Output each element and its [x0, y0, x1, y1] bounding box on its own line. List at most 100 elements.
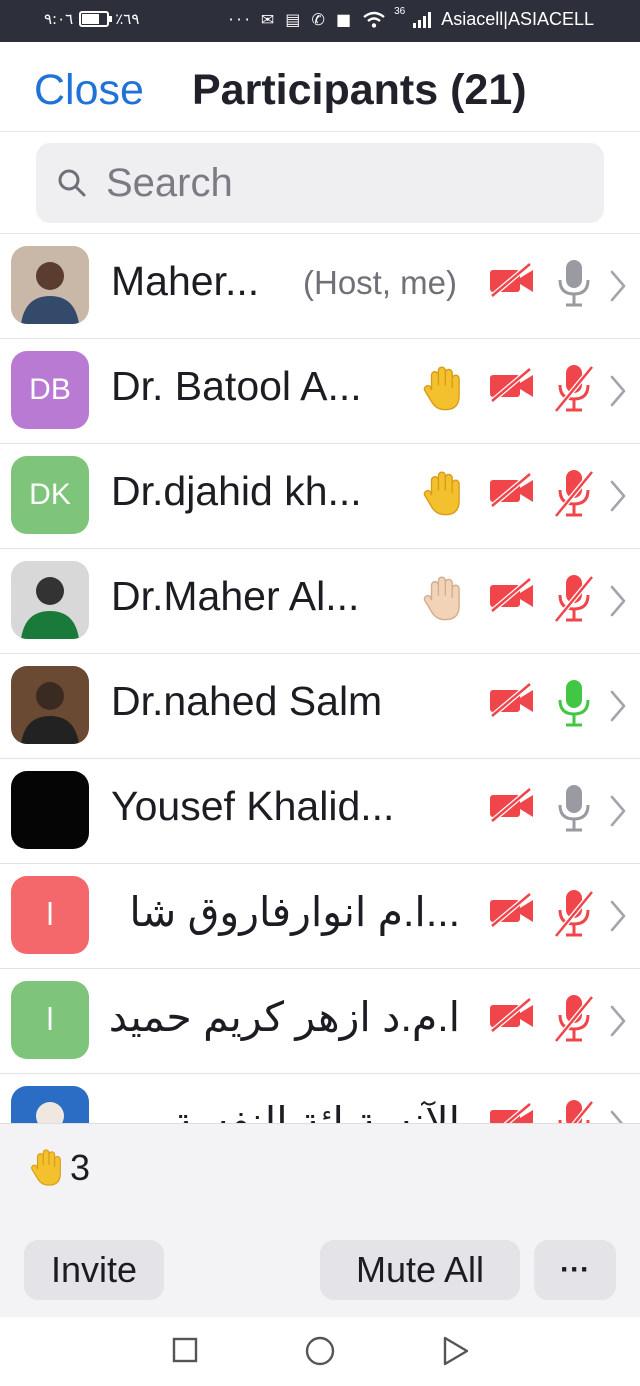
- participant-name: Yousef Khalid...: [111, 783, 395, 829]
- audio-status[interactable]: [552, 573, 596, 630]
- audio-status[interactable]: [552, 1098, 596, 1123]
- mic-muted-icon[interactable]: [552, 573, 596, 625]
- participant-row[interactable]: ا ا.م.د ازهر كريم حميد: [0, 969, 640, 1074]
- chevron-right-icon[interactable]: [608, 478, 628, 514]
- mic-muted-icon[interactable]: [552, 468, 596, 520]
- participant-row[interactable]: DB Dr. Batool A...: [0, 339, 640, 444]
- mic-muted-icon[interactable]: [552, 363, 596, 415]
- chevron-right-icon[interactable]: [608, 373, 628, 409]
- video-status[interactable]: [488, 262, 536, 303]
- audio-status[interactable]: [552, 258, 596, 315]
- participant-name: ...ا.م انوارفاروق شا: [129, 889, 460, 935]
- chevron-right-icon[interactable]: [608, 898, 628, 934]
- raised-hand-icon: [423, 576, 460, 621]
- mic-icon[interactable]: [552, 783, 596, 835]
- avatar: DK: [11, 456, 89, 534]
- video-off-icon[interactable]: [488, 577, 536, 613]
- audio-status[interactable]: [552, 888, 596, 945]
- video-off-icon[interactable]: [488, 472, 536, 508]
- row-chevron[interactable]: [608, 1003, 628, 1044]
- video-off-icon[interactable]: [488, 787, 536, 823]
- participant-row[interactable]: Maher... (Host, me): [0, 234, 640, 339]
- video-status[interactable]: [488, 682, 536, 723]
- row-chevron[interactable]: [608, 268, 628, 309]
- home-icon[interactable]: [304, 1335, 336, 1367]
- participant-name: Dr.Maher Al...: [111, 573, 360, 619]
- video-status[interactable]: [488, 1102, 536, 1123]
- mic-icon[interactable]: [552, 258, 596, 310]
- system-nav-bar: [0, 1317, 640, 1386]
- chevron-right-icon[interactable]: [608, 268, 628, 304]
- participant-list[interactable]: Maher... (Host, me) DB Dr. Batool A... DK Dr.…: [0, 233, 640, 1123]
- more-options-button[interactable]: ···: [534, 1240, 616, 1300]
- video-status[interactable]: [488, 577, 536, 618]
- row-chevron[interactable]: [608, 478, 628, 519]
- row-chevron[interactable]: [608, 793, 628, 834]
- participant-name: ا.م.د ازهر كريم حميد: [108, 994, 460, 1040]
- raised-hands-summary: 3: [28, 1148, 90, 1188]
- wifi-icon: [363, 11, 385, 28]
- video-status[interactable]: [488, 997, 536, 1038]
- battery-percent: ٪٦٩: [115, 10, 140, 28]
- avatar-photo: [11, 1086, 89, 1123]
- signal-icon: [413, 11, 432, 28]
- row-chevron[interactable]: [608, 1108, 628, 1123]
- video-status[interactable]: [488, 787, 536, 828]
- video-off-icon[interactable]: [488, 262, 536, 298]
- video-status[interactable]: [488, 367, 536, 408]
- video-off-icon[interactable]: [488, 997, 536, 1033]
- host-tag: (Host, me): [303, 264, 458, 301]
- invite-button[interactable]: Invite: [24, 1240, 164, 1300]
- row-chevron[interactable]: [608, 373, 628, 414]
- chevron-right-icon[interactable]: [608, 793, 628, 829]
- row-chevron[interactable]: [608, 688, 628, 729]
- chevron-right-icon[interactable]: [608, 1108, 628, 1123]
- back-icon[interactable]: [442, 1335, 470, 1367]
- battery-icon: [79, 11, 113, 27]
- video-off-icon[interactable]: [488, 682, 536, 718]
- participant-row[interactable]: Dr.Maher Al...: [0, 549, 640, 654]
- row-chevron[interactable]: [608, 583, 628, 624]
- status-time: ٩:٠٦: [44, 10, 74, 28]
- participant-row[interactable]: ا ...ا.م انوارفاروق شا: [0, 864, 640, 969]
- avatar: [11, 666, 89, 744]
- audio-status[interactable]: [552, 678, 596, 735]
- audio-status[interactable]: [552, 363, 596, 420]
- mic-icon[interactable]: [552, 678, 596, 730]
- participant-row[interactable]: DK Dr.djahid kh...: [0, 444, 640, 549]
- participant-name: الآنسة ائة النفسة: [172, 1099, 460, 1123]
- participant-row[interactable]: الآنسة ائة النفسة: [0, 1074, 640, 1123]
- video-off-icon[interactable]: [488, 892, 536, 928]
- raised-hand-icon: [423, 366, 460, 411]
- participant-row[interactable]: Yousef Khalid...: [0, 759, 640, 864]
- video-status[interactable]: [488, 892, 536, 933]
- avatar-photo: [11, 666, 89, 744]
- search-icon: [58, 169, 86, 197]
- mic-muted-icon[interactable]: [552, 1098, 596, 1123]
- mic-muted-icon[interactable]: [552, 993, 596, 1045]
- mute-all-button[interactable]: Mute All: [320, 1240, 520, 1300]
- audio-status[interactable]: [552, 993, 596, 1050]
- close-button[interactable]: Close: [34, 66, 144, 115]
- video-off-icon[interactable]: [488, 367, 536, 403]
- chevron-right-icon[interactable]: [608, 1003, 628, 1039]
- video-off-icon[interactable]: [488, 1102, 536, 1123]
- chevron-right-icon[interactable]: [608, 583, 628, 619]
- audio-status[interactable]: [552, 468, 596, 525]
- avatar: ا: [11, 876, 89, 954]
- participant-name: Dr.nahed Salm: [111, 678, 383, 724]
- chevron-right-icon[interactable]: [608, 688, 628, 724]
- participant-row[interactable]: Dr.nahed Salm: [0, 654, 640, 759]
- mic-muted-icon[interactable]: [552, 888, 596, 940]
- participant-name: Dr. Batool A...: [111, 363, 362, 409]
- avatar: [11, 561, 89, 639]
- avatar-initials: ا: [45, 1003, 55, 1037]
- raised-hand-indicator: [420, 363, 466, 420]
- footer-toolbar: 3 Invite Mute All ···: [0, 1123, 640, 1317]
- search-input[interactable]: Search: [36, 143, 604, 223]
- avatar: ا: [11, 981, 89, 1059]
- video-status[interactable]: [488, 472, 536, 513]
- row-chevron[interactable]: [608, 898, 628, 939]
- audio-status[interactable]: [552, 783, 596, 840]
- recent-apps-icon[interactable]: [172, 1335, 198, 1365]
